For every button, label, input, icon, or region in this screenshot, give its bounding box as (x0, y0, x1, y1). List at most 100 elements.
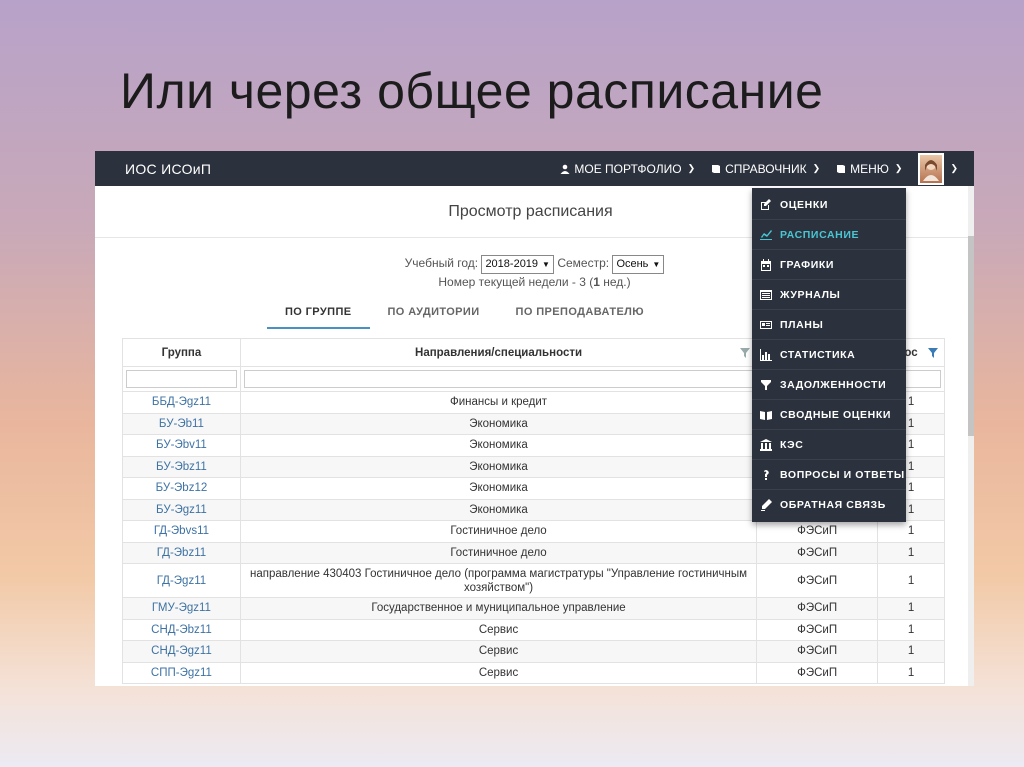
direction-cell: Сервис (239, 640, 758, 663)
bar-chart-icon (760, 348, 772, 361)
faculty-cell: ФЭСиП (756, 520, 879, 543)
filter-icon[interactable] (928, 348, 938, 358)
open-book-icon (760, 410, 772, 420)
menu-item-filter[interactable]: ЗАДОЛЖЕННОСТИ (752, 370, 906, 400)
year-select[interactable]: 2018-2019 ▼ (481, 255, 554, 274)
group-cell[interactable]: ГД-Эbvs11 (122, 520, 241, 543)
faculty-cell: ФЭСиП (756, 640, 879, 663)
menu-item-question[interactable]: ВОПРОСЫ И ОТВЕТЫ (752, 460, 906, 490)
faculty-cell: ФЭСиП (756, 597, 879, 620)
course-cell: 1 (877, 541, 945, 564)
group-cell[interactable]: ГД-Эgz11 (122, 563, 241, 598)
book-icon (712, 164, 721, 173)
table-row[interactable]: ГД-Эgz11 направление 430403 Гостиничное д… (122, 563, 945, 598)
course-cell: 1 (877, 618, 945, 641)
course-cell: 1 (877, 640, 945, 663)
direction-cell: Финансы и кредит (239, 391, 758, 414)
group-cell[interactable]: СНД-Эgz11 (122, 640, 241, 663)
direction-cell: Государственное и муниципальное управлен… (239, 597, 758, 620)
faculty-cell: ФЭСиП (756, 563, 879, 598)
table-row[interactable]: ГМУ-Эgz11 Государственное и муниципальное… (122, 597, 945, 620)
faculty-cell: ФЭСиП (756, 661, 879, 684)
edit-icon (761, 198, 771, 210)
group-cell[interactable]: БУ-Эbz12 (122, 477, 241, 500)
menu-item-id-card[interactable]: ПЛАНЫ (752, 310, 906, 340)
group-cell[interactable]: ГМУ-Эgz11 (122, 597, 241, 620)
nav-menu[interactable]: МЕНЮ ❯ (836, 162, 902, 176)
list-icon (760, 289, 772, 300)
group-cell[interactable]: ГД-Эbz11 (122, 541, 241, 564)
direction-cell: Гостиничное дело (239, 520, 758, 543)
menu-item-open-book[interactable]: СВОДНЫЕ ОЦЕНКИ (752, 400, 906, 430)
direction-cell: Экономика (239, 498, 758, 521)
course-cell: 1 (877, 597, 945, 620)
slide-title: Или через общее расписание (120, 63, 824, 119)
table-row[interactable]: СПП-Эgz11 Сервис ФЭСиП 1 (122, 661, 945, 684)
group-cell[interactable]: СПП-Эgz11 (122, 661, 241, 684)
direction-cell: направление 430403 Гостиничное дело (про… (239, 563, 758, 598)
menu-item-bar-chart[interactable]: СТАТИСТИКА (752, 340, 906, 370)
institution-icon (760, 438, 772, 451)
filter-icon[interactable] (740, 348, 751, 358)
group-cell[interactable]: БУ-Эgz11 (122, 498, 241, 521)
group-cell[interactable]: БУ-Эbv11 (122, 434, 241, 457)
table-row[interactable]: СНД-Эgz11 Сервис ФЭСиП 1 (122, 640, 945, 663)
brand[interactable]: ИОС ИСОиП (125, 161, 211, 177)
group-cell[interactable]: БУ-Эbz11 (122, 455, 241, 478)
scrollbar[interactable] (968, 186, 974, 686)
group-cell[interactable]: СНД-Эbz11 (122, 618, 241, 641)
table-row[interactable]: СНД-Эbz11 Сервис ФЭСиП 1 (122, 618, 945, 641)
avatar (918, 152, 945, 185)
filter-icon (761, 379, 771, 390)
direction-cell: Экономика (239, 412, 758, 435)
direction-cell: Гостиничное дело (239, 541, 758, 564)
book-icon (837, 164, 846, 173)
chevron-down-icon: ❯ (950, 163, 958, 173)
column-header-group[interactable]: Группа (122, 338, 241, 367)
direction-filter-input[interactable] (243, 370, 754, 388)
scrollbar-thumb[interactable] (968, 236, 974, 436)
table-row[interactable]: ГД-Эbz11 Гостиничное дело ФЭСиП 1 (122, 541, 945, 564)
user-menu[interactable]: ❯ (918, 152, 958, 185)
caret-down-icon: ▼ (542, 260, 550, 269)
tab-by-group[interactable]: ПО ГРУППЕ (266, 299, 370, 329)
group-cell[interactable]: БУ-Эb11 (122, 412, 241, 435)
direction-cell: Сервис (239, 661, 758, 684)
calendar-icon (761, 258, 771, 271)
table-row[interactable]: ГД-Эbvs11 Гостиничное дело ФЭСиП 1 (122, 520, 945, 543)
chevron-down-icon: ❯ (812, 163, 821, 173)
menu-dropdown: ОЦЕНКИ РАСПИСАНИЕ ГРАФИКИ ЖУРНАЛЫ ПЛАНЫ СТАТИ… (752, 188, 906, 522)
course-cell: 1 (877, 661, 945, 684)
menu-item-list[interactable]: ЖУРНАЛЫ (752, 280, 906, 310)
course-cell: 1 (877, 520, 945, 543)
direction-cell: Экономика (239, 455, 758, 478)
group-filter-input[interactable] (126, 370, 237, 388)
semester-select[interactable]: Осень ▼ (612, 255, 665, 274)
menu-item-institution[interactable]: КЭС (752, 430, 906, 460)
menu-item-edit[interactable]: ОЦЕНКИ (752, 190, 906, 220)
nav-reference[interactable]: СПРАВОЧНИК ❯ (711, 162, 820, 176)
chevron-down-icon: ❯ (687, 163, 696, 173)
tab-by-room[interactable]: ПО АУДИТОРИИ (370, 299, 498, 329)
faculty-cell: ФЭСиП (756, 618, 879, 641)
semester-label: Семестр: (557, 256, 610, 270)
top-navbar: ИОС ИСОиП МОЕ ПОРТФОЛИО ❯ СПРАВОЧНИК ❯ М… (95, 151, 974, 186)
id-card-icon (760, 320, 772, 329)
tab-by-teacher[interactable]: ПО ПРЕПОДАВАТЕЛЮ (498, 299, 663, 329)
chart-line-icon (760, 229, 772, 240)
direction-cell: Сервис (239, 618, 758, 641)
menu-item-calendar[interactable]: ГРАФИКИ (752, 250, 906, 280)
nav-portfolio[interactable]: МОЕ ПОРТФОЛИО ❯ (560, 162, 695, 176)
menu-item-pencil[interactable]: ОБРАТНАЯ СВЯЗЬ (752, 490, 906, 520)
chevron-down-icon: ❯ (894, 163, 903, 173)
direction-cell: Экономика (239, 434, 758, 457)
faculty-cell: ФЭСиП (756, 541, 879, 564)
menu-item-chart-line[interactable]: РАСПИСАНИЕ (752, 220, 906, 250)
direction-cell: Экономика (239, 477, 758, 500)
group-cell[interactable]: ББД-Эgz11 (122, 391, 241, 414)
caret-down-icon: ▼ (652, 260, 661, 269)
course-cell: 1 (877, 563, 945, 598)
user-icon (560, 164, 570, 174)
column-header-direction[interactable]: Направления/специальности (239, 338, 758, 367)
question-icon (764, 469, 769, 480)
